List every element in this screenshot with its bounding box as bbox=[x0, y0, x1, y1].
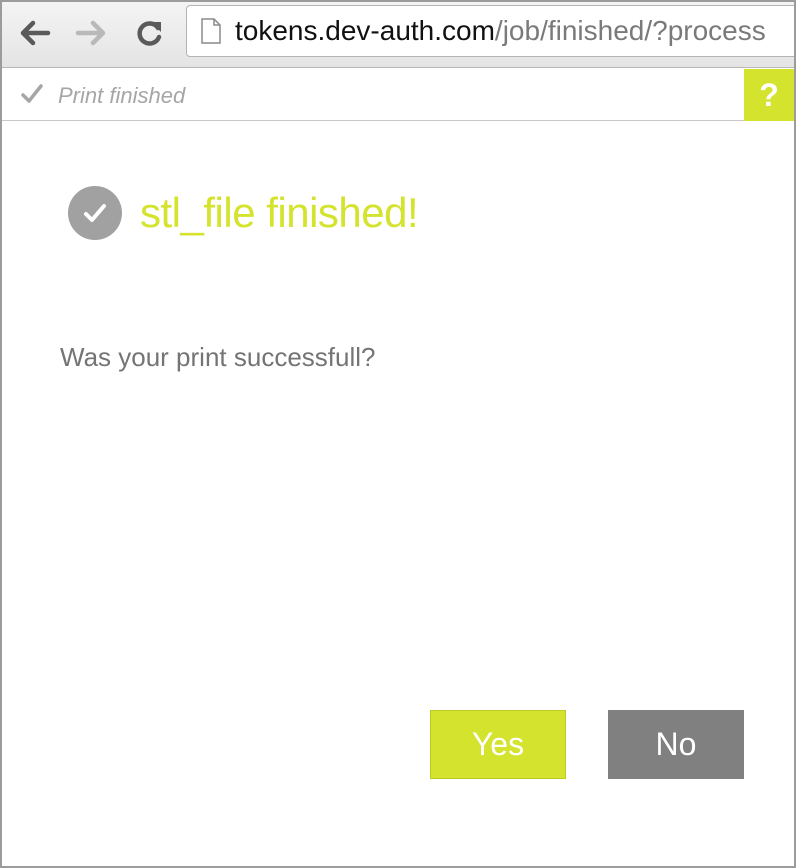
back-button[interactable] bbox=[16, 14, 54, 52]
check-circle-icon bbox=[68, 186, 122, 240]
browser-window: tokens.dev-auth.com/job/finished/?proces… bbox=[0, 0, 796, 868]
job-title-row: stl_file finished! bbox=[68, 186, 419, 240]
no-button[interactable]: No bbox=[608, 710, 744, 779]
reload-icon bbox=[137, 21, 162, 46]
help-button[interactable]: ? bbox=[744, 69, 794, 121]
checkmark-icon bbox=[20, 83, 44, 110]
browser-toolbar: tokens.dev-auth.com/job/finished/?proces… bbox=[2, 2, 794, 68]
address-bar[interactable]: tokens.dev-auth.com/job/finished/?proces… bbox=[186, 5, 794, 57]
yes-button[interactable]: Yes bbox=[430, 710, 566, 779]
job-title: stl_file finished! bbox=[140, 189, 419, 236]
page-icon bbox=[201, 18, 221, 44]
back-arrow-icon bbox=[20, 20, 51, 46]
status-bar: Print finished ? bbox=[2, 69, 794, 121]
status-text: Print finished bbox=[58, 83, 186, 108]
url-host: tokens.dev-auth.com bbox=[235, 15, 495, 46]
forward-arrow-icon bbox=[75, 20, 106, 46]
url-path: /job/finished/?process bbox=[494, 15, 766, 46]
success-question: Was your print successfull? bbox=[60, 342, 376, 372]
forward-button[interactable] bbox=[72, 14, 110, 52]
reload-button[interactable] bbox=[130, 14, 168, 52]
